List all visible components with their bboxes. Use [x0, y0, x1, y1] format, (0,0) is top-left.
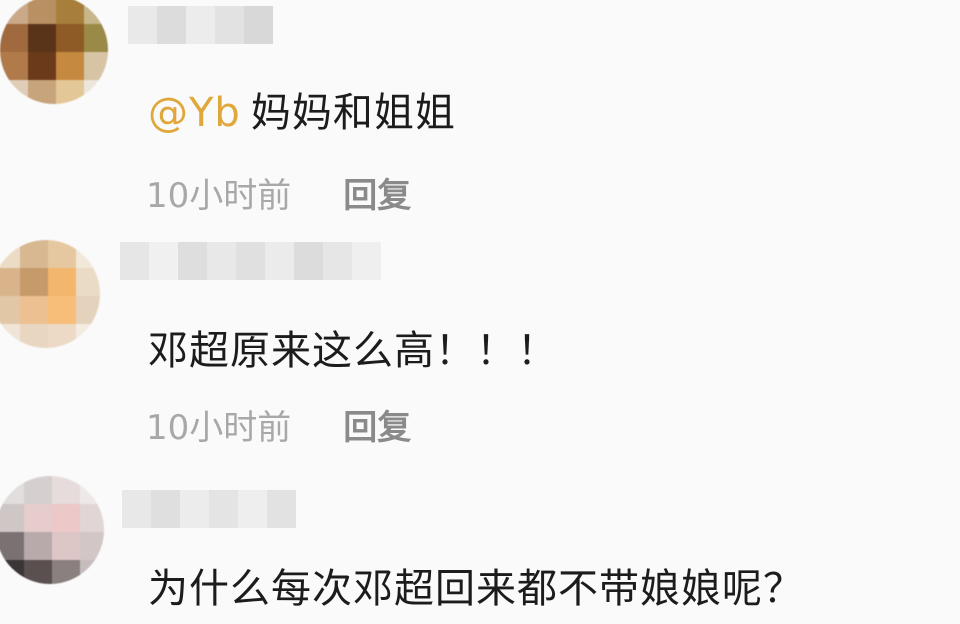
timestamp: 10小时前: [146, 408, 292, 448]
timestamp: 10小时前: [146, 176, 292, 216]
comment-meta: 10小时前 回复: [146, 400, 411, 449]
comment-meta: 10小时前 回复: [146, 168, 411, 217]
comment-content: 为什么每次邓超回来都不带娘娘呢？: [148, 566, 804, 612]
username[interactable]: [122, 490, 296, 528]
reply-button[interactable]: 回复: [343, 168, 411, 217]
reply-button[interactable]: 回复: [343, 400, 411, 449]
avatar[interactable]: [0, 476, 104, 584]
username[interactable]: [120, 242, 381, 280]
mention-link[interactable]: @Yb: [148, 90, 241, 136]
avatar[interactable]: [0, 240, 100, 348]
comment-content: 邓超原来这么高！！！: [148, 328, 558, 374]
comment-list: @Yb 妈妈和姐姐 10小时前 回复 邓超原来这么高！！！ 10小时前 回复 为…: [0, 0, 960, 624]
comment-text: 为什么每次邓超回来都不带娘娘呢？: [148, 556, 804, 614]
username[interactable]: [128, 6, 273, 44]
comment-text: 邓超原来这么高！！！: [148, 318, 558, 376]
comment-text: @Yb 妈妈和姐姐: [148, 80, 456, 138]
comment-content: 妈妈和姐姐: [250, 90, 456, 136]
avatar[interactable]: [0, 0, 108, 104]
